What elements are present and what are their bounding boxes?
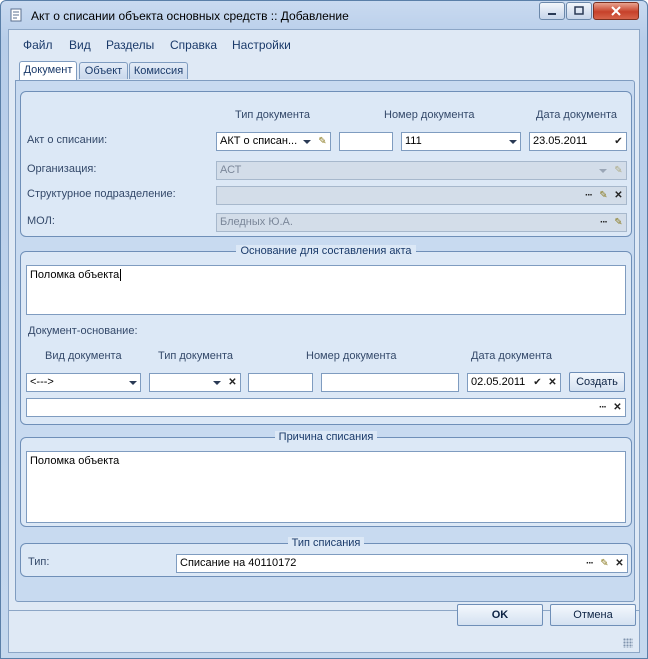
title-bar[interactable]: Акт о списании объекта основных средств … [1, 1, 647, 31]
writeoff-type-label: Тип: [28, 556, 50, 568]
col-basis-type-label: Тип документа [158, 350, 234, 362]
basis-date-value: 02.05.2011 [471, 376, 526, 388]
close-icon [611, 6, 621, 16]
act-type-combo[interactable]: АКТ о списан... ✎ [216, 132, 331, 151]
window-title: Акт о списании объекта основных средств … [31, 9, 349, 23]
basis-kind-combo[interactable]: <---> [26, 373, 141, 392]
menu-help[interactable]: Справка [170, 38, 217, 52]
basis-textarea[interactable]: Поломка объекта [26, 265, 626, 315]
act-label: Акт о списании: [27, 134, 108, 146]
reason-title: Причина списания [274, 431, 378, 443]
writeoff-group-title: Тип списания [21, 537, 631, 549]
mol-browse-icon[interactable]: ··· [596, 214, 611, 231]
act-type-dropdown-icon[interactable] [299, 133, 314, 150]
basis-type-clear-icon[interactable]: ✕ [225, 374, 240, 391]
resize-grip-icon[interactable] [623, 638, 633, 648]
maximize-button[interactable] [566, 2, 592, 20]
basis-date-clear-icon[interactable]: ✕ [545, 374, 560, 391]
reason-textarea[interactable]: Поломка объекта [26, 451, 626, 523]
act-number-value: 111 [405, 135, 422, 147]
col-basis-date-label: Дата документа [471, 350, 553, 362]
tab-commission[interactable]: Комиссия [129, 62, 188, 79]
basis-date-field[interactable]: 02.05.2011 ✔ ✕ [467, 373, 561, 392]
dept-browse-icon[interactable]: ··· [581, 187, 596, 204]
writeoff-clear-icon[interactable]: ✕ [612, 555, 627, 572]
close-button[interactable] [593, 2, 639, 20]
tab-panel-document: Тип документа Номер документа Дата докум… [15, 80, 635, 602]
menu-settings[interactable]: Настройки [232, 38, 291, 52]
document-icon [10, 8, 22, 22]
org-combo: АСТ ✎ [216, 161, 627, 180]
reason-group-title: Причина списания [21, 431, 631, 443]
ok-button[interactable]: OK [457, 604, 543, 626]
writeoff-group: Тип списания Тип: Списание на 40110172 ·… [20, 537, 632, 577]
act-date-value: 23.05.2011 [533, 135, 588, 147]
basis-type-combo[interactable]: ✕ [149, 373, 241, 392]
text-cursor [120, 269, 122, 281]
writeoff-type-field[interactable]: Списание на 40110172 ··· ✎ ✕ [176, 554, 628, 573]
org-value: АСТ [220, 164, 242, 176]
col-doc-date-label: Дата документа [536, 109, 618, 121]
col-doc-type-label: Тип документа [235, 109, 311, 121]
dept-label: Структурное подразделение: [27, 188, 176, 200]
create-button[interactable]: Создать [569, 372, 625, 392]
tab-object[interactable]: Объект [79, 62, 128, 79]
act-series-field[interactable] [339, 132, 393, 151]
basis-kind-value: <---> [30, 376, 54, 388]
header-group: Тип документа Номер документа Дата докум… [20, 91, 632, 237]
minimize-button[interactable] [539, 2, 565, 20]
menu-sections[interactable]: Разделы [106, 38, 154, 52]
menu-view[interactable]: Вид [69, 38, 91, 52]
basis-number-field[interactable] [321, 373, 459, 392]
dialog-body: Файл Вид Разделы Справка Настройки Докум… [8, 29, 640, 653]
mol-label: МОЛ: [27, 215, 55, 227]
org-dropdown-icon [595, 162, 610, 179]
dept-field[interactable]: ··· ✎ ✕ [216, 186, 627, 205]
act-number-dropdown-icon[interactable] [505, 133, 520, 150]
footer-separator [9, 610, 639, 611]
basis-link-browse-icon[interactable]: ··· [595, 399, 610, 416]
writeoff-type-value: Списание на 40110172 [180, 557, 297, 569]
tab-document[interactable]: Документ [19, 61, 77, 80]
basis-series-field[interactable] [248, 373, 313, 392]
reason-group: Причина списания Поломка объекта [20, 431, 632, 527]
basis-link-field[interactable]: ··· ✕ [26, 398, 626, 417]
basis-link-clear-icon[interactable]: ✕ [610, 399, 625, 416]
basis-group: Основание для составления акта Поломка о… [20, 245, 632, 425]
menu-file[interactable]: Файл [23, 38, 53, 52]
act-type-value: АКТ о списан... [220, 135, 298, 147]
dept-clear-icon[interactable]: ✕ [611, 187, 626, 204]
dept-pin-icon[interactable]: ✎ [596, 187, 611, 204]
act-number-combo[interactable]: 111 [401, 132, 521, 151]
col-basis-number-label: Номер документа [306, 350, 397, 362]
writeoff-browse-icon[interactable]: ··· [582, 555, 597, 572]
mol-pin-icon[interactable]: ✎ [611, 214, 626, 231]
doc-basis-label: Документ-основание: [28, 325, 138, 337]
mol-field[interactable]: Бледных Ю.А. ··· ✎ [216, 213, 627, 232]
basis-group-title: Основание для составления акта [21, 245, 631, 257]
basis-kind-dropdown-icon[interactable] [125, 374, 140, 391]
writeoff-pin-icon[interactable]: ✎ [597, 555, 612, 572]
writeoff-title: Тип списания [287, 537, 365, 549]
col-kind-label: Вид документа [45, 350, 122, 362]
basis-title: Основание для составления акта [236, 245, 416, 257]
basis-date-check-icon[interactable]: ✔ [530, 374, 545, 391]
org-label: Организация: [27, 163, 97, 175]
menu-bar: Файл Вид Разделы Справка Настройки [9, 30, 639, 56]
act-date-field[interactable]: 23.05.2011 ✔ [529, 132, 627, 151]
cancel-button[interactable]: Отмена [550, 604, 636, 626]
col-doc-number-label: Номер документа [384, 109, 475, 121]
org-pin-icon: ✎ [614, 165, 623, 176]
mol-value: Бледных Ю.А. [220, 216, 293, 228]
maximize-icon [574, 6, 584, 15]
dialog-window: Акт о списании объекта основных средств … [0, 0, 648, 659]
minimize-icon [548, 13, 556, 15]
reason-text: Поломка объекта [30, 455, 120, 467]
basis-type-dropdown-icon[interactable] [209, 374, 224, 391]
act-type-pin-icon[interactable]: ✎ [315, 133, 330, 150]
basis-text: Поломка объекта [30, 269, 120, 281]
calendar-check-icon[interactable]: ✔ [611, 133, 626, 150]
